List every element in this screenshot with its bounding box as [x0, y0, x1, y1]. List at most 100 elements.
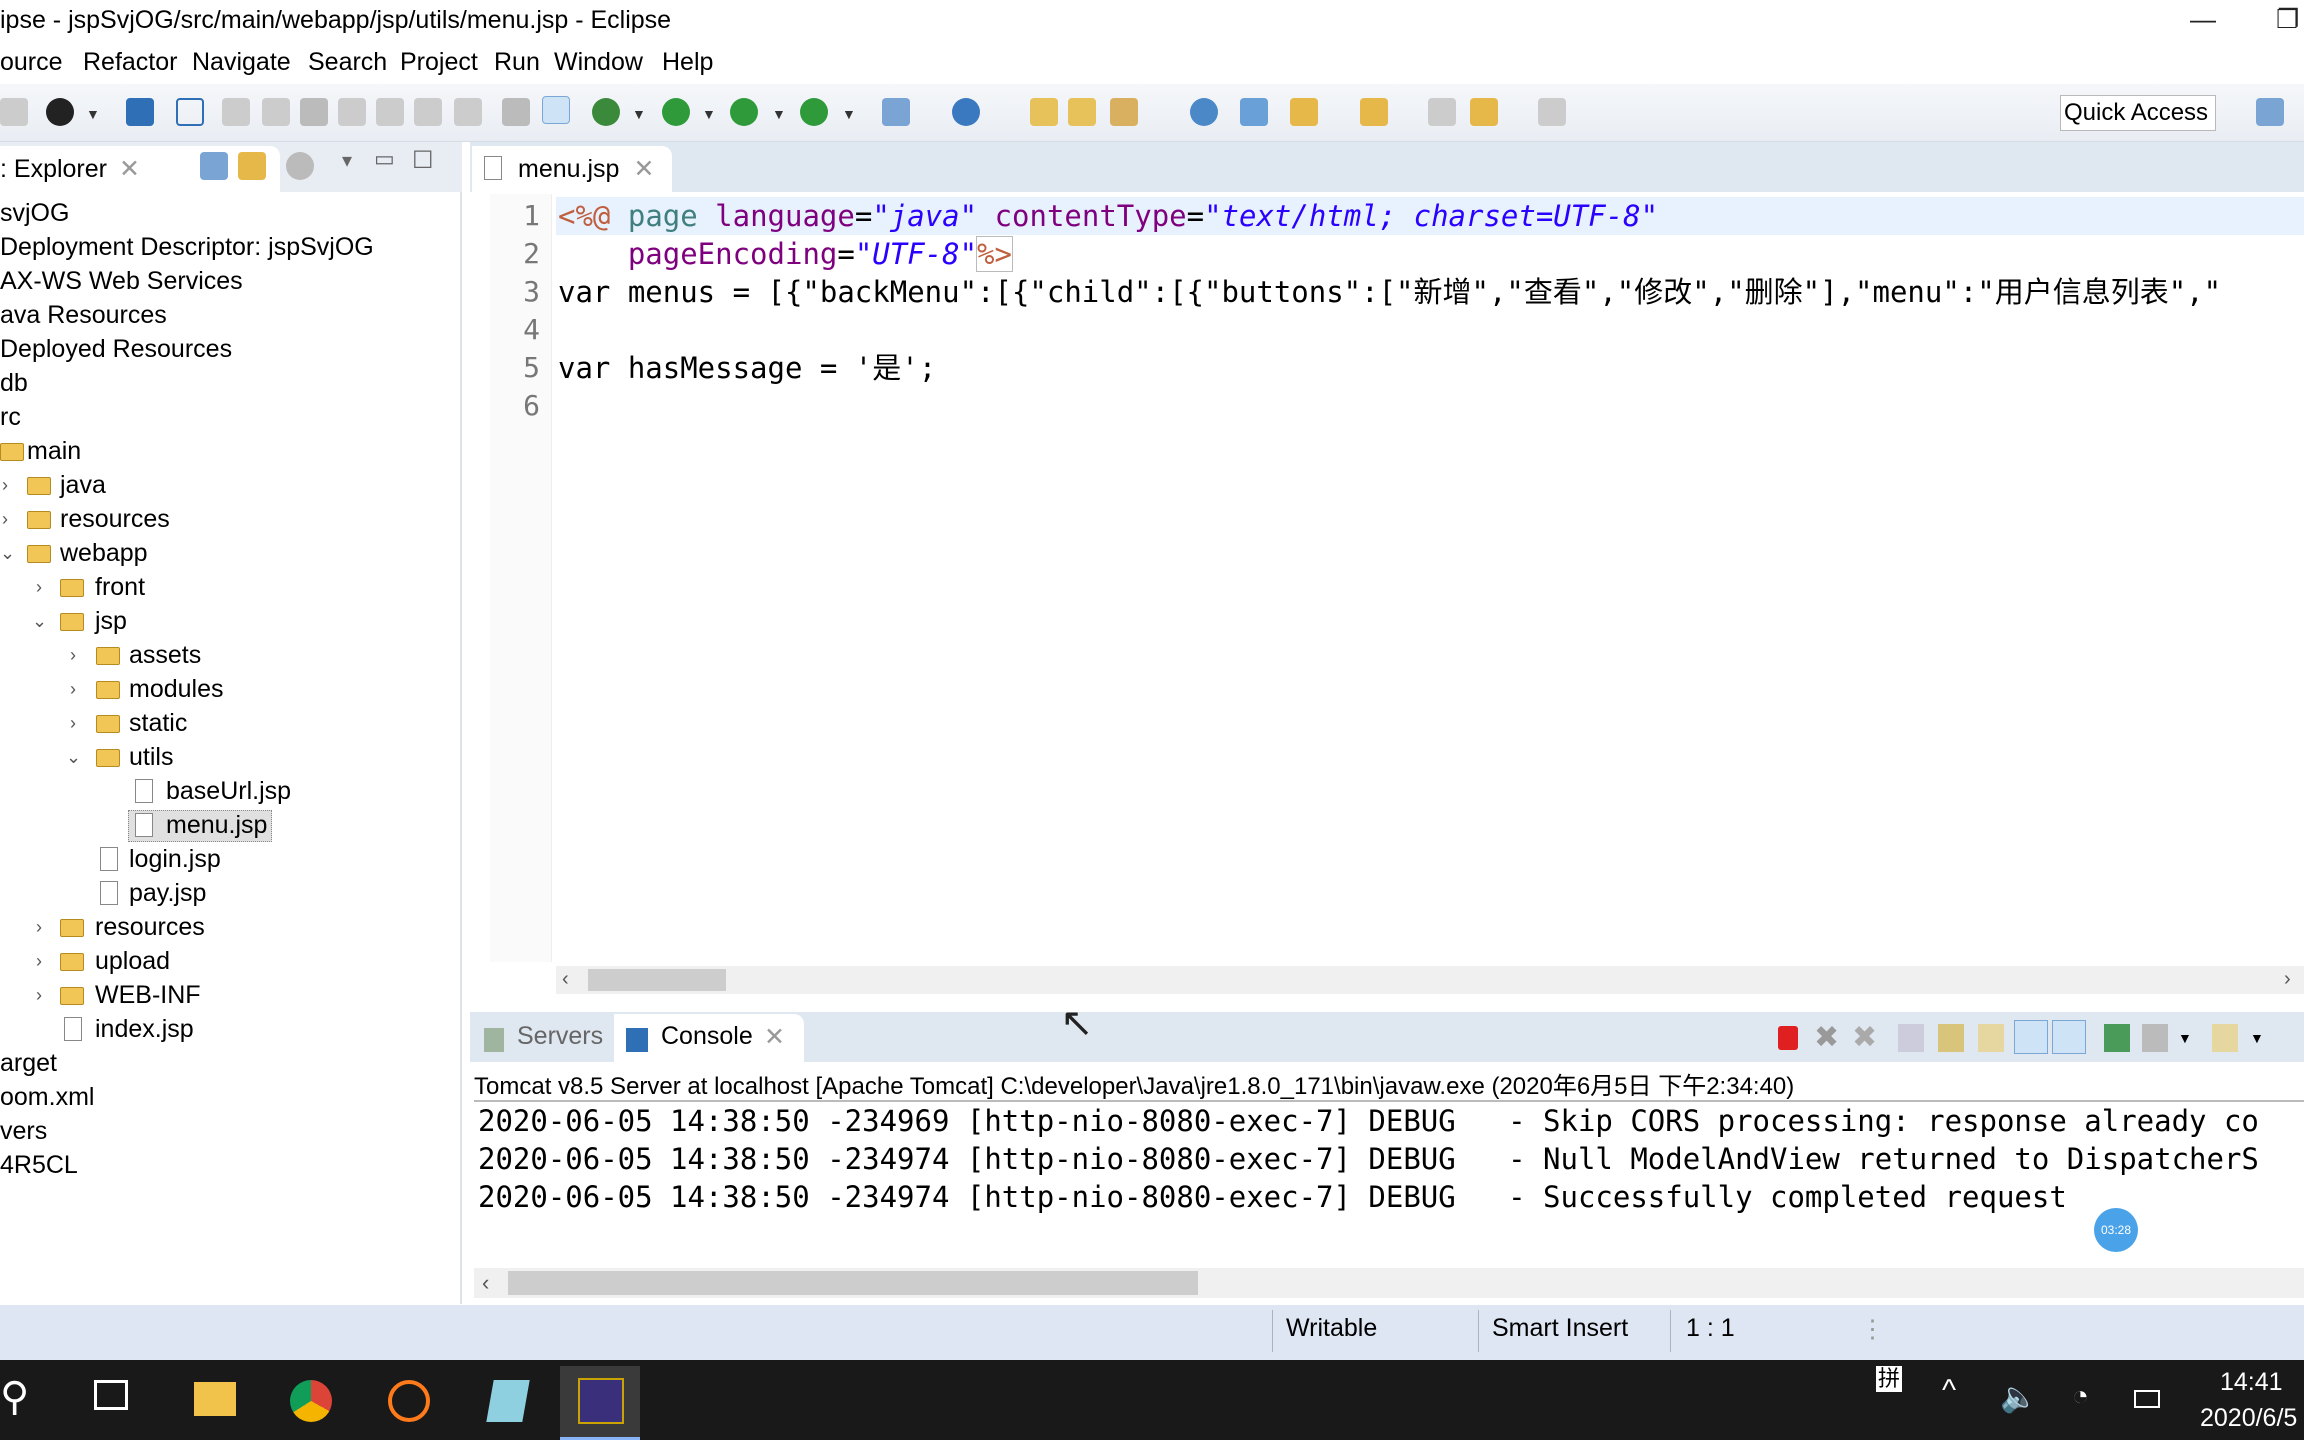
chrome-app[interactable] — [270, 1366, 350, 1440]
tree-item-pom-xml[interactable]: oom.xml — [0, 1080, 94, 1114]
publish-icon[interactable] — [1240, 98, 1268, 126]
restore-button[interactable]: ❐ — [2276, 4, 2299, 35]
open-task-icon[interactable] — [1068, 98, 1096, 126]
code-line-2[interactable]: pageEncoding="UTF-8"%> — [558, 235, 1013, 273]
step-over-icon[interactable] — [414, 98, 442, 126]
tree-item-static[interactable]: static — [129, 706, 187, 740]
disconnect-icon[interactable] — [338, 98, 366, 126]
tree-item-deployed-resources[interactable]: Deployed Resources — [0, 332, 232, 366]
chevron-down-icon[interactable]: ▼ — [632, 106, 646, 122]
chevron-right-icon[interactable]: › — [36, 978, 42, 1012]
last-edit-icon[interactable] — [1428, 98, 1456, 126]
tree-item-web-inf[interactable]: WEB-INF — [95, 978, 201, 1012]
chevron-right-icon[interactable]: › — [36, 570, 42, 604]
tree-item-src[interactable]: rc — [0, 400, 21, 434]
tree-item-assets[interactable]: assets — [129, 638, 201, 672]
profile-icon[interactable] — [46, 98, 74, 126]
tree-item-pay-jsp[interactable]: pay.jsp — [129, 876, 206, 910]
tree-item-index-jsp[interactable]: index.jsp — [95, 1012, 194, 1046]
tree-item-menu-jsp[interactable]: menu.jsp — [166, 808, 267, 842]
tree-item-resources[interactable]: resources — [95, 910, 205, 944]
volume-icon[interactable]: 🔈 — [2000, 1380, 2037, 1415]
tree-item-deployment-descriptor[interactable]: Deployment Descriptor: jspSvjOG — [0, 230, 374, 264]
chevron-down-icon[interactable]: ▼ — [702, 106, 716, 122]
tree-item-webapp[interactable]: webapp — [60, 536, 148, 570]
tab-servers[interactable]: Servers — [517, 1022, 603, 1051]
console-horizontal-scrollbar[interactable]: ‹ — [474, 1268, 2304, 1298]
tree-item-project[interactable]: svjOG — [0, 196, 69, 230]
external-tools-icon[interactable] — [800, 98, 828, 126]
back-icon[interactable] — [1470, 98, 1498, 126]
debug-icon[interactable] — [592, 98, 620, 126]
chevron-right-icon[interactable]: › — [36, 944, 42, 978]
tab-console[interactable]: Console — [661, 1022, 753, 1051]
close-icon[interactable]: ✕ — [764, 1022, 785, 1052]
chevron-down-icon[interactable]: ⌄ — [32, 604, 47, 638]
terminate-icon[interactable] — [300, 98, 328, 126]
save-all-icon[interactable] — [0, 98, 28, 126]
remove-all-launches-icon[interactable]: ✖ — [1852, 1020, 1877, 1055]
tree-item-baseurl-jsp[interactable]: baseUrl.jsp — [166, 774, 291, 808]
tree-item-project-2[interactable]: 4R5CL — [0, 1148, 78, 1182]
next-annotation-icon[interactable] — [1290, 98, 1318, 126]
close-icon[interactable]: ✕ — [119, 155, 140, 183]
use-step-filters-icon[interactable] — [542, 96, 570, 124]
file-explorer-app[interactable] — [174, 1366, 254, 1440]
chevron-down-icon[interactable]: ▼ — [842, 106, 856, 122]
tree-item-java[interactable]: java — [60, 468, 106, 502]
suspend-icon[interactable] — [262, 98, 290, 126]
tree-item-utils[interactable]: utils — [129, 740, 173, 774]
ime-indicator[interactable]: 拼 — [1876, 1366, 1902, 1392]
app-icon-flower[interactable] — [368, 1366, 448, 1440]
clock-date[interactable]: 2020/6/5 — [2200, 1404, 2297, 1433]
word-wrap-icon[interactable] — [1978, 1024, 2004, 1052]
tree-item-java-resources[interactable]: ava Resources — [0, 298, 167, 332]
tree-item-jax-ws[interactable]: AX-WS Web Services — [0, 264, 243, 298]
remove-launch-icon[interactable]: ✖ — [1814, 1020, 1839, 1055]
battery-icon[interactable] — [2134, 1390, 2160, 1408]
task-view-icon[interactable] — [94, 1380, 128, 1410]
tab-menu-jsp[interactable]: menu.jsp ✕ — [472, 146, 672, 192]
tree-item-upload[interactable]: upload — [95, 944, 170, 978]
previous-annotation-icon[interactable] — [1360, 98, 1388, 126]
scroll-right-icon[interactable]: › — [2284, 968, 2291, 991]
pin-console-icon[interactable] — [2104, 1024, 2130, 1052]
chevron-right-icon[interactable]: › — [70, 706, 76, 740]
step-into-icon[interactable] — [376, 98, 404, 126]
open-type-icon[interactable] — [1030, 98, 1058, 126]
scrollbar-thumb[interactable] — [508, 1271, 1198, 1295]
code-line-1[interactable]: <%@ page language="java" contentType="te… — [558, 197, 1658, 235]
scroll-lock-icon[interactable] — [1938, 1024, 1964, 1052]
clock-time[interactable]: 14:41 — [2220, 1368, 2283, 1397]
tree-item-main[interactable]: main — [27, 434, 81, 468]
menu-help[interactable]: Help — [662, 48, 713, 77]
chevron-right-icon[interactable]: › — [70, 672, 76, 706]
search-icon[interactable] — [1110, 98, 1138, 126]
tree-item-db[interactable]: db — [0, 366, 28, 400]
menu-source[interactable]: ource — [0, 48, 63, 77]
chevron-down-icon[interactable]: ▼ — [2178, 1030, 2192, 1046]
chevron-down-icon[interactable]: ▼ — [772, 106, 786, 122]
menu-window[interactable]: Window — [554, 48, 643, 77]
skip-breakpoints-icon[interactable] — [176, 98, 204, 126]
console-icon[interactable] — [126, 98, 154, 126]
menu-project[interactable]: Project — [400, 48, 478, 77]
step-return-icon[interactable] — [454, 98, 482, 126]
drop-to-frame-icon[interactable] — [502, 98, 530, 126]
tree-item-jsp[interactable]: jsp — [95, 604, 127, 638]
chevron-right-icon[interactable]: › — [2, 502, 8, 536]
scroll-left-icon[interactable]: ‹ — [482, 1270, 489, 1296]
new-web-service-icon[interactable] — [952, 98, 980, 126]
chevron-right-icon[interactable]: › — [2, 468, 8, 502]
search-icon[interactable]: ⚲ — [0, 1374, 29, 1420]
editor-horizontal-scrollbar[interactable]: ‹ › — [556, 966, 2304, 994]
tree-item-login-jsp[interactable]: login.jsp — [129, 842, 221, 876]
code-line-5[interactable]: var hasMessage = '是'; — [558, 349, 936, 387]
chevron-down-icon[interactable]: ▼ — [2250, 1030, 2264, 1046]
maximize-view-icon[interactable]: ☐ — [412, 146, 434, 175]
menu-search[interactable]: Search — [308, 48, 387, 77]
scroll-left-icon[interactable]: ‹ — [562, 968, 569, 991]
clear-console-icon[interactable] — [1898, 1024, 1924, 1052]
chevron-down-icon[interactable]: ▼ — [86, 106, 100, 122]
open-browser-icon[interactable] — [1190, 98, 1218, 126]
